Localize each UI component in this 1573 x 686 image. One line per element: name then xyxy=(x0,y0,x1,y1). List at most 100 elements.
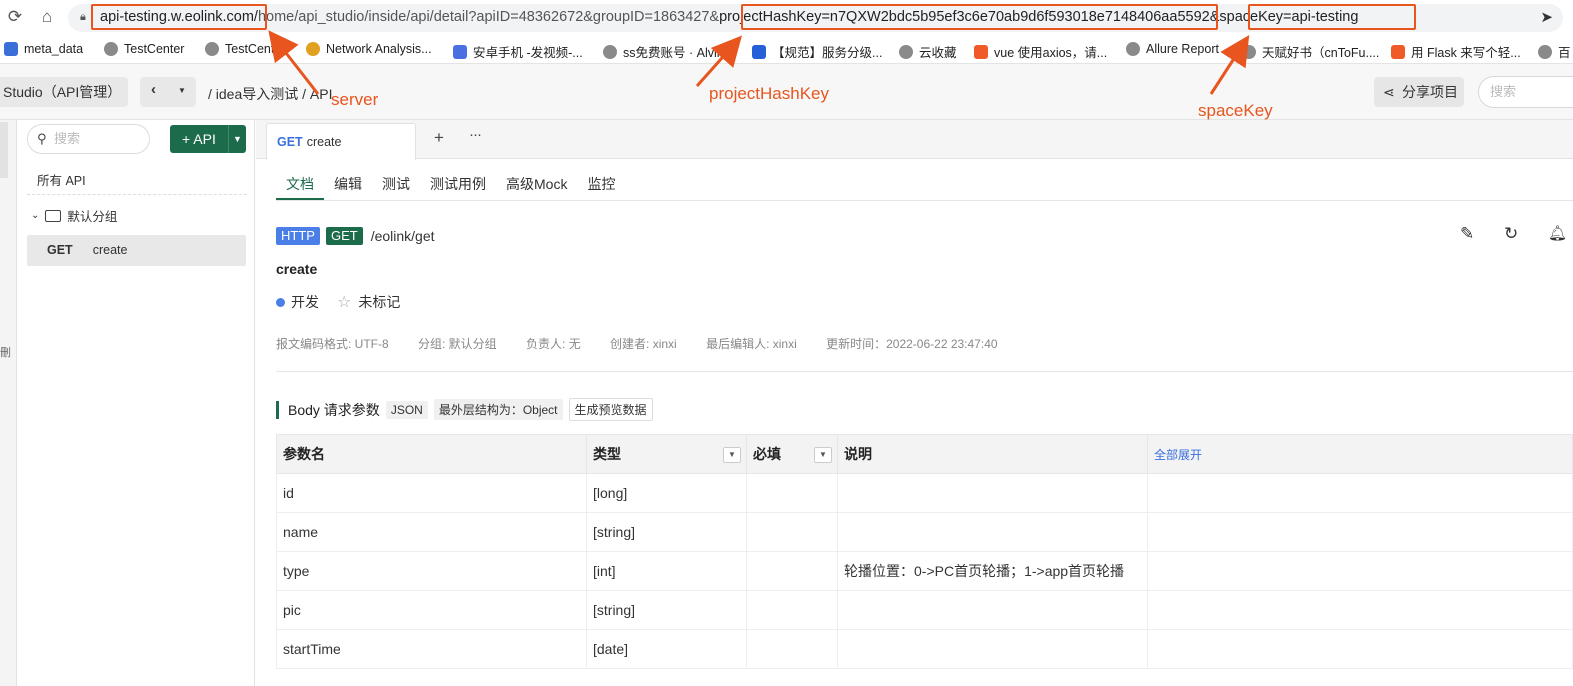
divider xyxy=(276,200,1573,201)
bookmark[interactable]: Allure Report xyxy=(1126,42,1219,56)
tab-edit[interactable]: 编辑 xyxy=(324,172,372,200)
bookmark[interactable]: meta_data xyxy=(4,42,83,56)
cell-type: [string] xyxy=(586,512,747,552)
bookmark-b-icon xyxy=(4,42,18,56)
csdn-icon xyxy=(974,44,988,59)
cell-required xyxy=(746,590,838,630)
confluence-icon xyxy=(752,44,766,59)
status-label[interactable]: 开发 xyxy=(291,292,319,312)
caret-down-icon[interactable]: ▼ xyxy=(178,86,186,95)
bookmark[interactable]: 安卓手机 -发视频-... xyxy=(453,42,583,61)
globe-icon xyxy=(1242,44,1256,59)
share-icon: ⋖ xyxy=(1383,84,1395,100)
tab-test[interactable]: 测试 xyxy=(372,172,420,200)
cell-param-name: type xyxy=(276,551,587,591)
add-api-button[interactable]: + API ▼ xyxy=(170,125,246,153)
tab-testcase[interactable]: 测试用例 xyxy=(420,172,496,200)
expand-all-link[interactable]: 全部展开 xyxy=(1147,434,1573,474)
bookmark[interactable]: 用 Flask 来写个轻... xyxy=(1391,42,1521,61)
col-param-name: 参数名 xyxy=(276,434,587,474)
studio-tab[interactable]: Studio（API管理） xyxy=(0,77,128,107)
bookmark[interactable]: TestCenter xyxy=(104,42,184,56)
col-type: 类型 ▼ xyxy=(586,434,747,474)
api-sidebar: ⚲ 搜索 + API ▼ 所有 API ⌄ 默认分组 GET create xyxy=(17,120,255,686)
cloud-icon xyxy=(453,44,467,59)
bookmark[interactable]: TestCenter xyxy=(205,42,285,56)
table-row: pic [string] xyxy=(276,590,1573,630)
divider xyxy=(27,194,247,195)
col-description: 说明 xyxy=(837,434,1148,474)
tab-monitor[interactable]: 监控 xyxy=(577,172,625,200)
group-default[interactable]: ⌄ 默认分组 xyxy=(31,206,117,225)
meta-owner: 负责人: 无 xyxy=(526,337,581,351)
chevron-left-icon: ‹ xyxy=(151,81,156,98)
history-icon[interactable]: ↻ xyxy=(1504,224,1518,244)
cell-required xyxy=(746,629,838,669)
caret-down-icon[interactable]: ▼ xyxy=(228,125,246,153)
cell-param-name: pic xyxy=(276,590,587,630)
back-button[interactable]: ‹ ▼ xyxy=(140,77,196,107)
annotation-space-label: spaceKey xyxy=(1198,101,1273,120)
bookmark[interactable]: 【规范】服务分级... xyxy=(752,42,882,61)
star-icon[interactable]: ☆ xyxy=(337,292,351,312)
folder-icon xyxy=(45,209,62,222)
tab-doc[interactable]: 文档 xyxy=(276,172,324,200)
breadcrumb: / idea导入测试 / API xyxy=(208,86,333,102)
table-row: startTime [date] xyxy=(276,629,1573,669)
params-table: 参数名 类型 ▼ 必填 ▼ 说明 全部展开 id [long] name [string]… xyxy=(276,434,1573,669)
header-search-input[interactable]: 搜索 xyxy=(1478,76,1573,108)
cell-description xyxy=(837,512,1148,552)
all-api-link[interactable]: 所有 API xyxy=(37,170,86,189)
meta-group: 分组: 默认分组 xyxy=(418,337,497,351)
rail-selected[interactable] xyxy=(0,122,8,178)
meta-updated: 更新时间：2022-06-22 23:47:40 xyxy=(826,337,998,351)
meta-info: 报文编码格式: UTF-8 分组: 默认分组 负责人: 无 创建者: xinxi… xyxy=(276,335,1024,352)
edit-icon[interactable]: ✎ xyxy=(1460,224,1474,244)
globe-icon xyxy=(205,42,219,56)
bookmark[interactable]: 天赋好书（cnToFu.... xyxy=(1242,42,1379,61)
more-icon[interactable]: ··· xyxy=(469,126,482,143)
send-icon[interactable]: ➤ xyxy=(1540,8,1553,26)
home-icon[interactable]: ⌂ xyxy=(36,6,58,28)
annotation-server-label: server xyxy=(331,90,379,109)
csdn-icon xyxy=(1391,44,1405,59)
cell-param-name: startTime xyxy=(276,629,587,669)
tab-mock[interactable]: 高级Mock xyxy=(496,172,577,200)
share-project-button[interactable]: ⋖ 分享项目 xyxy=(1374,77,1464,107)
add-tab-icon[interactable]: + xyxy=(434,128,444,148)
caret-down-icon[interactable]: ▼ xyxy=(723,447,741,463)
method-badge: GET xyxy=(325,227,363,245)
bookmark[interactable]: ss免费账号 · Alvin xyxy=(603,42,724,61)
globe-icon xyxy=(1126,42,1140,56)
reload-icon[interactable]: ⟳ xyxy=(4,6,26,28)
meta-editor: 最后编辑人: xinxi xyxy=(706,337,797,351)
left-rail: 刪 xyxy=(0,120,17,686)
lock-icon: 🔒︎ xyxy=(80,11,86,23)
mark-label[interactable]: 未标记 xyxy=(358,292,400,312)
bookmarks-bar: meta_data TestCenter TestCenter Network … xyxy=(0,36,1573,64)
sidebar-search-input[interactable]: ⚲ 搜索 xyxy=(27,124,150,154)
sub-tabs: 文档 编辑 测试 测试用例 高级Mock 监控 xyxy=(276,172,625,202)
bookmark[interactable]: Network Analysis... xyxy=(306,42,432,56)
globe-icon xyxy=(1538,44,1552,59)
bell-icon[interactable]: 🔔︎ xyxy=(1548,224,1567,242)
annotation-project-box xyxy=(741,4,1218,30)
protocol-badge: HTTP xyxy=(276,227,320,245)
bookmark[interactable]: 百 xyxy=(1538,42,1571,61)
request-line: HTTP GET /eolink/get xyxy=(276,227,435,245)
outer-structure-chip: 最外层结构为：Object xyxy=(433,399,563,420)
caret-down-icon[interactable]: ▼ xyxy=(814,447,832,463)
bookmark[interactable]: 云收藏 xyxy=(899,42,957,61)
cell-description: 轮播位置：0->PC首页轮播；1->app首页轮播 xyxy=(837,551,1148,591)
api-list-item[interactable]: GET create xyxy=(27,235,246,266)
bookmark[interactable]: vue 使用axios，请... xyxy=(974,42,1107,61)
cell-param-name: name xyxy=(276,512,587,552)
meta-encoding: 报文编码格式: UTF-8 xyxy=(276,337,389,351)
annotation-project-label: projectHashKey xyxy=(709,84,830,103)
cell-type: [int] xyxy=(586,551,747,591)
col-required: 必填 ▼ xyxy=(746,434,838,474)
cell-type: [long] xyxy=(586,473,747,513)
cell-required xyxy=(746,473,838,513)
tab-create[interactable]: GET create xyxy=(266,123,416,160)
generate-preview-button[interactable]: 生成预览数据 xyxy=(568,398,653,421)
